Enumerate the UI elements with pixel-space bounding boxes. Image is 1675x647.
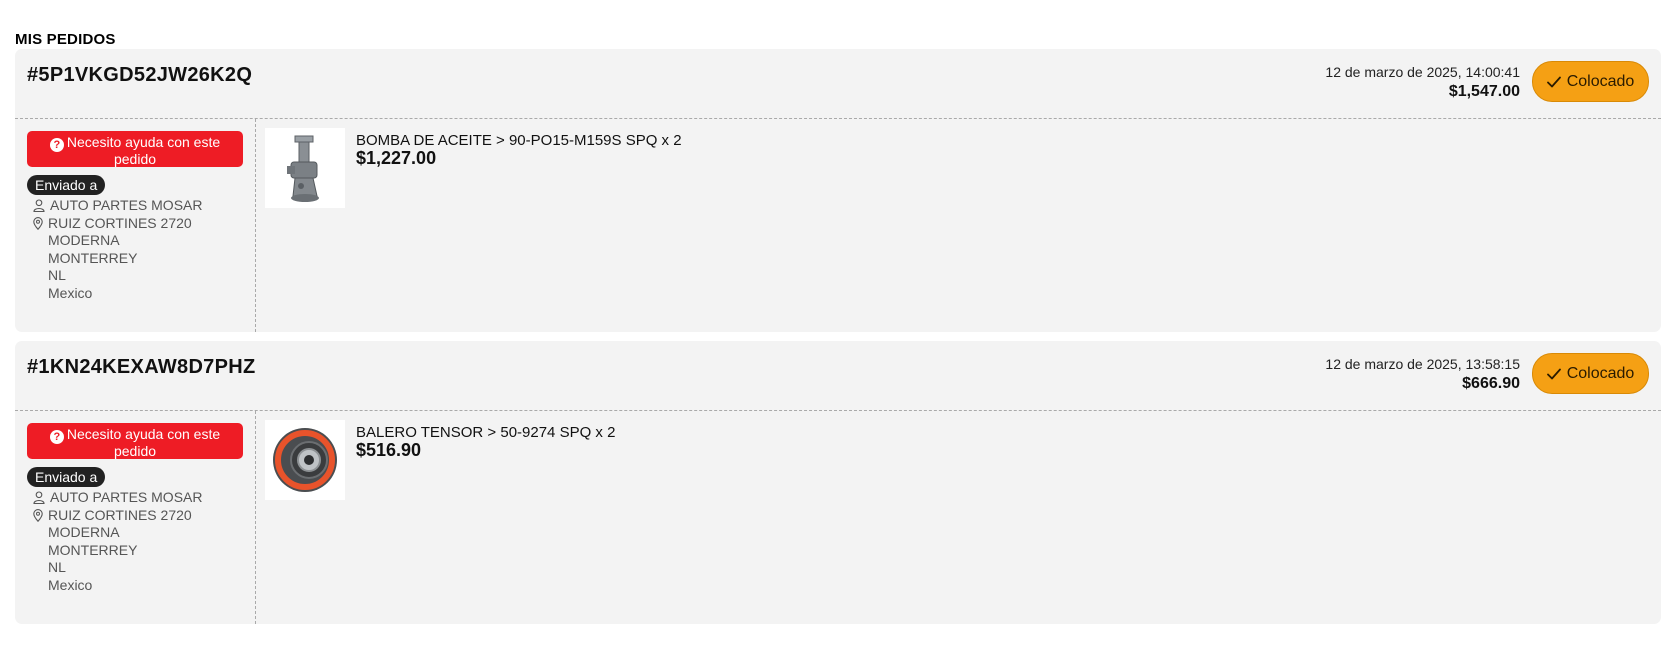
address-city: MONTERREY bbox=[48, 541, 138, 558]
status-label: Colocado bbox=[1566, 72, 1635, 90]
address-country: Mexico bbox=[48, 576, 93, 593]
status-label: Colocado bbox=[1566, 364, 1635, 382]
order-header: #5P1VKGD52JW26K2Q 12 de marzo de 2025, 1… bbox=[15, 49, 1661, 119]
order-shipping-panel: ? Necesito ayuda con este pedido Enviado … bbox=[15, 119, 256, 332]
order-card: #5P1VKGD52JW26K2Q 12 de marzo de 2025, 1… bbox=[15, 49, 1661, 332]
item-price: $516.90 bbox=[356, 440, 422, 460]
item-name[interactable]: BALERO TENSOR > 50-9274 SPQ x 2 bbox=[356, 424, 615, 441]
shipping-address: AUTO PARTES MOSAR RUIZ CORTINES 2720 MOD… bbox=[33, 197, 202, 302]
map-pin-icon bbox=[33, 216, 43, 230]
help-button-label: Necesito ayuda con este pedido bbox=[66, 426, 221, 459]
order-id: #1KN24KEXAW8D7PHZ bbox=[27, 356, 256, 378]
status-button[interactable]: Colocado bbox=[1532, 353, 1649, 394]
address-state: NL bbox=[48, 559, 66, 575]
question-circle-icon: ? bbox=[49, 138, 64, 152]
address-name: AUTO PARTES MOSAR bbox=[50, 489, 203, 505]
map-pin-icon bbox=[33, 508, 43, 522]
address-country: Mexico bbox=[48, 284, 93, 301]
order-total: $1,547.00 bbox=[1448, 83, 1520, 100]
order-shipping-panel: ? Necesito ayuda con este pedido Enviado … bbox=[15, 411, 256, 624]
item-name[interactable]: BOMBA DE ACEITE > 90-PO15-M159S SPQ x 2 bbox=[356, 132, 682, 149]
order-meta: 12 de marzo de 2025, 14:00:41 $1,547.00 bbox=[1325, 63, 1520, 103]
product-image-oil-pump[interactable] bbox=[265, 128, 345, 208]
order-date: 12 de marzo de 2025, 14:00:41 bbox=[1325, 64, 1520, 80]
order-date: 12 de marzo de 2025, 13:58:15 bbox=[1325, 356, 1520, 372]
check-icon bbox=[1546, 368, 1561, 379]
order-id: #5P1VKGD52JW26K2Q bbox=[27, 64, 253, 86]
help-button[interactable]: ? Necesito ayuda con este pedido bbox=[27, 423, 243, 459]
item-price: $1,227.00 bbox=[356, 148, 437, 168]
user-icon bbox=[33, 491, 45, 505]
order-card: #1KN24KEXAW8D7PHZ 12 de marzo de 2025, 1… bbox=[15, 341, 1661, 624]
shipping-address: AUTO PARTES MOSAR RUIZ CORTINES 2720 MOD… bbox=[33, 489, 202, 594]
help-button-label: Necesito ayuda con este pedido bbox=[66, 134, 221, 167]
page-title: MIS PEDIDOS bbox=[15, 31, 116, 48]
address-city: MONTERREY bbox=[48, 249, 138, 266]
question-circle-icon: ? bbox=[49, 430, 64, 444]
address-neighborhood: MODERNA bbox=[48, 232, 120, 248]
product-image-tensioner-pulley[interactable] bbox=[265, 420, 345, 500]
user-icon bbox=[33, 199, 45, 213]
address-name: AUTO PARTES MOSAR bbox=[50, 197, 203, 213]
check-icon bbox=[1546, 76, 1561, 87]
status-button[interactable]: Colocado bbox=[1532, 61, 1649, 102]
shipped-to-badge: Enviado a bbox=[27, 467, 106, 487]
address-neighborhood: MODERNA bbox=[48, 524, 120, 540]
order-items: BOMBA DE ACEITE > 90-PO15-M159S SPQ x 2 … bbox=[256, 119, 1661, 332]
address-street: RUIZ CORTINES 2720 bbox=[48, 506, 192, 523]
order-header: #1KN24KEXAW8D7PHZ 12 de marzo de 2025, 1… bbox=[15, 341, 1661, 411]
help-button[interactable]: ? Necesito ayuda con este pedido bbox=[27, 131, 243, 167]
address-state: NL bbox=[48, 267, 66, 283]
order-meta: 12 de marzo de 2025, 13:58:15 $666.90 bbox=[1325, 355, 1520, 395]
shipped-to-badge: Enviado a bbox=[27, 175, 106, 195]
address-street: RUIZ CORTINES 2720 bbox=[48, 214, 192, 231]
order-items: BALERO TENSOR > 50-9274 SPQ x 2 $516.90 bbox=[256, 411, 1661, 624]
order-total: $666.90 bbox=[1462, 375, 1520, 392]
